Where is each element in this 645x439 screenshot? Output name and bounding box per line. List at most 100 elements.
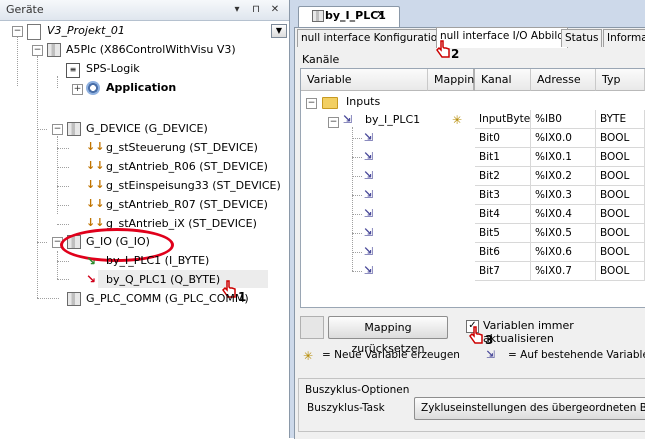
channel-bit-icon: ⇲ — [364, 264, 374, 277]
grid-cell-type[interactable]: BOOL — [596, 262, 645, 281]
close-panel-icon[interactable]: ✕ — [268, 3, 282, 16]
channel-bit-icon: ⇲ — [364, 131, 374, 144]
collapse-project-toggle[interactable]: − — [12, 26, 23, 37]
output-arrow-icon: ↘ — [86, 272, 97, 286]
grid-cell-address[interactable]: %IB0 — [531, 110, 596, 129]
device-variable-icon: ↓↓ — [86, 197, 105, 210]
tree-item-plc-logic[interactable]: SPS-Logik — [86, 60, 140, 78]
channel-icon: ⇲ — [343, 113, 353, 126]
collapse-inputs-toggle[interactable]: − — [306, 98, 317, 109]
grid-cell-type[interactable]: BOOL — [596, 186, 645, 205]
grid-cell-channel[interactable]: Bit6 — [475, 243, 531, 262]
grid-cell-address[interactable]: %IX0.7 — [531, 262, 596, 281]
legend-existing-variable: = Auf bestehende Variable — [508, 349, 645, 361]
tab-information[interactable]: Informa — [603, 29, 645, 47]
reset-mapping-button[interactable]: Mapping zurücksetzen — [328, 316, 448, 355]
tree-item-device[interactable]: g_stEinspeisung33 (ST_DEVICE) — [106, 177, 281, 195]
pin-icon[interactable]: ⊓ — [249, 3, 263, 16]
device-variable-icon: ↓↓ — [86, 178, 105, 191]
tab-configuration[interactable]: null interface Konfiguration — [297, 29, 448, 47]
grid-cell-address[interactable]: %IX0.3 — [531, 186, 596, 205]
tree-item-comm-group[interactable]: G_PLC_COMM (G_PLC_COMM) — [86, 290, 249, 308]
grid-cell-address[interactable]: %IX0.0 — [531, 129, 596, 148]
channel-bit-icon: ⇲ — [364, 207, 374, 220]
column-header-address[interactable]: Adresse — [531, 69, 596, 91]
tree-item-device[interactable]: g_stAntrieb_R07 (ST_DEVICE) — [106, 196, 268, 214]
grid-cell-channel[interactable]: Bit7 — [475, 262, 531, 281]
buszyklus-title: Buszyklus-Optionen — [305, 384, 410, 396]
grid-cell-address[interactable]: %IX0.5 — [531, 224, 596, 243]
tree-dropdown-button[interactable]: ▼ — [271, 24, 287, 38]
plc-device-icon — [47, 43, 61, 57]
tree-item-device[interactable]: g_stSteuerung (ST_DEVICE) — [106, 139, 258, 157]
grid-group-inputs[interactable]: Inputs — [346, 93, 380, 111]
buszyklus-settings-button[interactable]: Zykluseinstellungen des übergeordneten B… — [414, 397, 645, 420]
channel-bit-icon: ⇲ — [364, 245, 374, 258]
grid-cell-type[interactable]: BOOL — [596, 205, 645, 224]
grid-cell-address[interactable]: %IX0.6 — [531, 243, 596, 262]
column-header-type[interactable]: Typ — [596, 69, 645, 91]
grid-cell-channel[interactable]: Bit4 — [475, 205, 531, 224]
devices-panel-title: Geräte — [6, 3, 44, 16]
column-header-channel[interactable]: Kanal — [475, 69, 531, 91]
channel-bit-icon: ⇲ — [364, 226, 374, 239]
project-icon — [27, 24, 41, 40]
grid-cell-channel[interactable]: Bit1 — [475, 148, 531, 167]
tree-item-application[interactable]: Application — [106, 79, 176, 97]
grid-cell-type[interactable]: BOOL — [596, 167, 645, 186]
plc-logic-icon: ≡ — [66, 63, 80, 78]
column-header-mapping[interactable]: Mappin — [428, 69, 475, 91]
comm-group-icon — [67, 292, 81, 306]
always-update-label: Variablen immer aktualisieren — [483, 319, 574, 345]
tab-io-mapping[interactable]: null interface I/O Abbild — [436, 27, 568, 48]
close-tab-icon[interactable]: ✕ — [376, 8, 385, 21]
grid-cell-address[interactable]: %IX0.4 — [531, 205, 596, 224]
buszyklus-task-label: Buszyklus-Task — [307, 402, 385, 414]
pointer-hand-icon — [469, 326, 483, 344]
grid-cell-address[interactable]: %IX0.1 — [531, 148, 596, 167]
pointer-hand-icon — [436, 40, 450, 58]
column-header-variable[interactable]: Variable — [301, 69, 428, 91]
channel-bit-icon: ⇲ — [364, 150, 374, 163]
grid-cell-channel[interactable]: Bit0 — [475, 129, 531, 148]
device-tab-icon — [312, 10, 324, 22]
grid-cell-address[interactable]: %IX0.2 — [531, 167, 596, 186]
collapse-variable-toggle[interactable]: − — [328, 117, 339, 128]
grid-variable-name[interactable]: by_I_PLC1 — [365, 111, 420, 129]
grid-cell-type[interactable]: BOOL — [596, 224, 645, 243]
grid-cell-channel[interactable]: Bit5 — [475, 224, 531, 243]
folder-icon — [322, 97, 338, 109]
channels-section-label: Kanäle — [302, 53, 340, 66]
tab-status[interactable]: Status — [561, 29, 603, 47]
grid-cell-type[interactable]: BOOL — [596, 148, 645, 167]
collapse-plc-toggle[interactable]: − — [32, 45, 43, 56]
grid-cell-channel[interactable]: InputByte — [475, 110, 531, 129]
grid-cell-channel[interactable]: Bit2 — [475, 167, 531, 186]
panel-dropdown-icon[interactable]: ▾ — [230, 3, 244, 16]
application-gear-icon — [86, 81, 100, 95]
tree-item-plc[interactable]: A5Plc (X86ControlWithVisu V3) — [66, 41, 236, 59]
tree-item-input[interactable]: by_I_PLC1 (I_BYTE) — [106, 252, 209, 270]
collapse-device-group-toggle[interactable]: − — [52, 124, 63, 135]
new-variable-icon: ✳ — [303, 349, 314, 363]
legend-new-variable: = Neue Variable erzeugen — [322, 349, 460, 361]
existing-variable-icon: ⇲ — [486, 349, 495, 361]
step-3-label: 3 — [485, 333, 494, 347]
device-variable-icon: ↓↓ — [86, 159, 105, 172]
new-variable-mapping-icon: ✳ — [452, 113, 463, 127]
channel-bit-icon: ⇲ — [364, 188, 374, 201]
tree-item-project[interactable]: V3_Projekt_01 — [47, 22, 125, 40]
filter-button[interactable] — [300, 316, 324, 339]
device-group-icon — [67, 122, 81, 136]
grid-cell-type[interactable]: BYTE — [596, 110, 645, 129]
channel-bit-icon: ⇲ — [364, 169, 374, 182]
grid-cell-type[interactable]: BOOL — [596, 243, 645, 262]
grid-cell-type[interactable]: BOOL — [596, 129, 645, 148]
tree-item-output[interactable]: by_Q_PLC1 (Q_BYTE) — [106, 271, 220, 289]
tree-item-device-group[interactable]: G_DEVICE (G_DEVICE) — [86, 120, 208, 138]
tree-item-device[interactable]: g_stAntrieb_R06 (ST_DEVICE) — [106, 158, 268, 176]
device-variable-icon: ↓↓ — [86, 140, 105, 153]
input-arrow-icon: ↘ — [86, 254, 97, 268]
grid-cell-channel[interactable]: Bit3 — [475, 186, 531, 205]
expand-application-toggle[interactable]: + — [72, 84, 83, 95]
